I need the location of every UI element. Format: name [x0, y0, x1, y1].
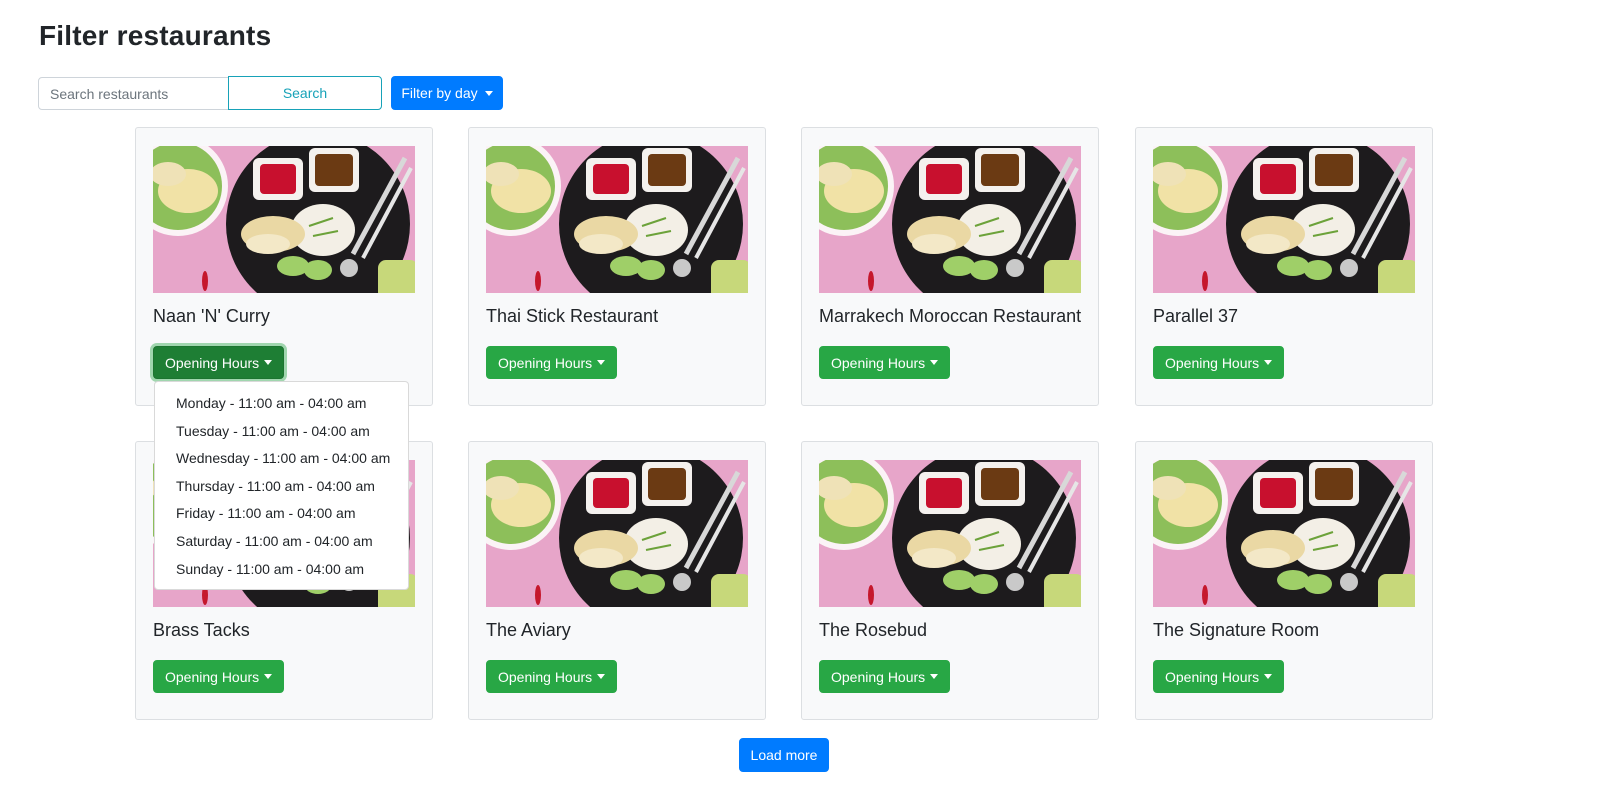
opening-hours-button[interactable]: Opening Hours	[486, 346, 618, 379]
restaurant-card: Thai Stick Restaurant Opening Hours	[468, 127, 766, 406]
caret-down-icon	[1264, 360, 1273, 365]
restaurant-name: Thai Stick Restaurant	[486, 306, 659, 326]
page-title: Filter restaurants	[39, 20, 272, 51]
opening-hours-label: Opening Hours	[1165, 668, 1260, 685]
restaurant-card: Marrakech Moroccan Restaurant Opening Ho…	[801, 127, 1099, 406]
opening-hours-label: Opening Hours	[165, 354, 260, 371]
restaurant-name: Parallel 37	[1153, 306, 1239, 326]
restaurant-card: The Aviary Opening Hours	[468, 441, 766, 720]
opening-hours-button[interactable]: Opening Hours	[819, 660, 951, 693]
restaurant-name: Brass Tacks	[153, 620, 250, 640]
opening-hours-label: Opening Hours	[831, 354, 926, 371]
restaurant-name: Naan 'N' Curry	[153, 306, 270, 326]
food-photo	[819, 460, 1081, 607]
dropdown-item-thursday[interactable]: Thursday - 11:00 am - 04:00 am	[155, 473, 408, 501]
dropdown-item-wednesday[interactable]: Wednesday - 11:00 am - 04:00 am	[155, 445, 408, 473]
caret-down-icon	[597, 674, 606, 679]
restaurant-card: The Rosebud Opening Hours	[801, 441, 1099, 720]
food-photo	[153, 146, 415, 293]
dropdown-item-tuesday[interactable]: Tuesday - 11:00 am - 04:00 am	[155, 418, 408, 446]
dropdown-item-saturday[interactable]: Saturday - 11:00 am - 04:00 am	[155, 528, 408, 556]
restaurant-image	[153, 146, 415, 293]
restaurant-image	[486, 460, 748, 607]
opening-hours-button[interactable]: Opening Hours	[486, 660, 618, 693]
dropdown-item-friday[interactable]: Friday - 11:00 am - 04:00 am	[155, 500, 408, 528]
restaurant-card: The Signature Room Opening Hours	[1135, 441, 1433, 720]
caret-down-icon	[930, 674, 939, 679]
opening-hours-button[interactable]: Opening Hours	[153, 660, 285, 693]
caret-down-icon	[930, 360, 939, 365]
opening-hours-button[interactable]: Opening Hours	[153, 346, 285, 379]
opening-hours-dropdown: Monday - 11:00 am - 04:00 am Tuesday - 1…	[154, 381, 409, 590]
caret-down-icon	[1264, 674, 1273, 679]
food-photo	[486, 146, 748, 293]
restaurant-card: Naan 'N' Curry Opening Hours	[135, 127, 433, 406]
restaurant-image	[486, 146, 748, 293]
food-photo	[819, 146, 1081, 293]
opening-hours-label: Opening Hours	[165, 668, 260, 685]
food-photo	[1153, 460, 1415, 607]
restaurant-image	[819, 146, 1081, 293]
opening-hours-button[interactable]: Opening Hours	[1153, 346, 1285, 379]
filter-by-day-label: Filter by day	[401, 85, 478, 101]
dropdown-item-sunday[interactable]: Sunday - 11:00 am - 04:00 am	[155, 556, 408, 584]
restaurant-card: Parallel 37 Opening Hours	[1135, 127, 1433, 406]
restaurant-name: The Rosebud	[819, 620, 928, 640]
caret-down-icon	[484, 90, 493, 96]
opening-hours-label: Opening Hours	[498, 354, 593, 371]
food-photo	[1153, 146, 1415, 293]
restaurant-image	[819, 460, 1081, 607]
opening-hours-button[interactable]: Opening Hours	[1153, 660, 1285, 693]
opening-hours-button[interactable]: Opening Hours	[819, 346, 951, 379]
food-photo	[486, 460, 748, 607]
filter-by-day-button[interactable]: Filter by day	[391, 76, 503, 110]
caret-down-icon	[264, 674, 273, 679]
restaurant-image	[1153, 146, 1415, 293]
restaurant-name: Marrakech Moroccan Restaurant	[819, 306, 1082, 326]
restaurant-image	[1153, 460, 1415, 607]
caret-down-icon	[264, 360, 273, 365]
restaurant-name: The Aviary	[486, 620, 571, 640]
caret-down-icon	[597, 360, 606, 365]
search-button[interactable]: Search	[228, 76, 382, 110]
dropdown-item-monday[interactable]: Monday - 11:00 am - 04:00 am	[155, 390, 408, 418]
load-more-button[interactable]: Load more	[739, 738, 829, 772]
restaurant-name: The Signature Room	[1153, 620, 1320, 640]
opening-hours-label: Opening Hours	[831, 668, 926, 685]
search-input[interactable]	[38, 77, 229, 110]
opening-hours-label: Opening Hours	[498, 668, 593, 685]
opening-hours-label: Opening Hours	[1165, 354, 1260, 371]
